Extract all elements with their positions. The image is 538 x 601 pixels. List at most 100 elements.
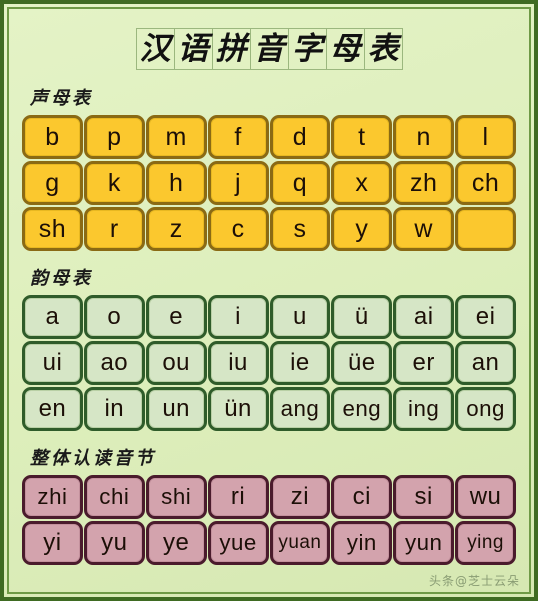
pinyin-cell-o[interactable]: o <box>83 295 145 339</box>
pinyin-label: x <box>355 168 369 197</box>
pinyin-label: ün <box>224 395 252 422</box>
pinyin-cell-ai[interactable]: ai <box>393 295 455 339</box>
pinyin-label: l <box>482 122 489 151</box>
pinyin-cell-zi[interactable]: zi <box>269 475 331 519</box>
pinyin-cell-a[interactable]: a <box>22 295 83 339</box>
pinyin-label: ri <box>230 483 246 510</box>
pinyin-cell-empty[interactable] <box>455 207 516 251</box>
pinyin-cell-yu[interactable]: yu <box>83 521 145 565</box>
pinyin-cell-z[interactable]: z <box>145 207 207 251</box>
pinyin-label: r <box>109 214 119 243</box>
pinyin-cell-i[interactable]: i <box>207 295 269 339</box>
pinyin-cell-zh[interactable]: zh <box>393 161 455 205</box>
pinyin-label: k <box>107 168 121 197</box>
pinyin-cell-p[interactable]: p <box>83 115 145 159</box>
pinyin-label: q <box>292 168 308 197</box>
pinyin-cell-ü[interactable]: ü <box>331 295 393 339</box>
pinyin-cell-an[interactable]: an <box>455 341 516 385</box>
pinyin-cell-sh[interactable]: sh <box>22 207 83 251</box>
pinyin-cell-wu[interactable]: wu <box>455 475 516 519</box>
pinyin-cell-yun[interactable]: yun <box>393 521 455 565</box>
pinyin-cell-ch[interactable]: ch <box>455 161 516 205</box>
pinyin-label: ou <box>162 349 191 376</box>
section-heading-zhengtirendu: 整体认读音节 <box>30 448 156 469</box>
title-char: 字 <box>289 29 327 69</box>
chart-inner: 汉语拼音字母表 声母表 b p m f d t n l g k h j q x zh ch sh r z c s y w 韵母表… <box>12 12 526 589</box>
pinyin-label: o <box>107 303 122 330</box>
pinyin-cell-ei[interactable]: ei <box>455 295 516 339</box>
pinyin-cell-u[interactable]: u <box>269 295 331 339</box>
pinyin-label: chi <box>99 483 130 509</box>
chart-title-wrapper: 汉语拼音字母表 <box>12 28 526 70</box>
pinyin-cell-ong[interactable]: ong <box>455 387 516 431</box>
pinyin-cell-ie[interactable]: ie <box>269 341 331 385</box>
pinyin-cell-chi[interactable]: chi <box>83 475 145 519</box>
pinyin-label: e <box>169 303 184 330</box>
pinyin-label: y <box>355 214 369 243</box>
pinyin-label: s <box>293 214 307 243</box>
pinyin-cell-g[interactable]: g <box>22 161 83 205</box>
pinyin-cell-ying[interactable]: ying <box>455 521 516 565</box>
title-char: 表 <box>365 29 403 69</box>
pinyin-cell-eng[interactable]: eng <box>331 387 393 431</box>
pinyin-cell-f[interactable]: f <box>207 115 269 159</box>
pinyin-cell-m[interactable]: m <box>145 115 207 159</box>
pinyin-cell-ri[interactable]: ri <box>207 475 269 519</box>
pinyin-cell-er[interactable]: er <box>393 341 455 385</box>
pinyin-label: si <box>414 483 433 510</box>
pinyin-cell-ang[interactable]: ang <box>269 387 331 431</box>
pinyin-cell-iu[interactable]: iu <box>207 341 269 385</box>
pinyin-label: ie <box>290 349 310 376</box>
pinyin-label: t <box>358 122 366 151</box>
pinyin-cell-zhi[interactable]: zhi <box>22 475 83 519</box>
pinyin-cell-t[interactable]: t <box>331 115 393 159</box>
pinyin-cell-d[interactable]: d <box>269 115 331 159</box>
sections-host: 声母表 b p m f d t n l g k h j q x zh ch sh r z c s y w 韵母表 a o e i u ü ai… <box>12 84 526 565</box>
pinyin-cell-s[interactable]: s <box>269 207 331 251</box>
pinyin-cell-si[interactable]: si <box>393 475 455 519</box>
pinyin-cell-h[interactable]: h <box>145 161 207 205</box>
pinyin-cell-x[interactable]: x <box>331 161 393 205</box>
pinyin-cell-üe[interactable]: üe <box>331 341 393 385</box>
pinyin-cell-j[interactable]: j <box>207 161 269 205</box>
pinyin-label: wu <box>469 483 502 510</box>
pinyin-cell-y[interactable]: y <box>331 207 393 251</box>
pinyin-label: zi <box>290 483 310 510</box>
pinyin-cell-ün[interactable]: ün <box>207 387 269 431</box>
pinyin-cell-r[interactable]: r <box>83 207 145 251</box>
pinyin-cell-e[interactable]: e <box>145 295 207 339</box>
pinyin-label: ui <box>42 349 63 376</box>
pinyin-cell-ci[interactable]: ci <box>331 475 393 519</box>
pinyin-cell-yin[interactable]: yin <box>331 521 393 565</box>
pinyin-label: ang <box>280 395 320 421</box>
pinyin-cell-yuan[interactable]: yuan <box>269 521 331 565</box>
pinyin-cell-l[interactable]: l <box>455 115 516 159</box>
pinyin-cell-en[interactable]: en <box>22 387 83 431</box>
pinyin-cell-b[interactable]: b <box>22 115 83 159</box>
pinyin-label: p <box>107 122 122 151</box>
pinyin-label: ying <box>467 531 504 553</box>
pinyin-cell-shi[interactable]: shi <box>145 475 207 519</box>
pinyin-label: ai <box>413 303 434 330</box>
pinyin-cell-ou[interactable]: ou <box>145 341 207 385</box>
pinyin-cell-ao[interactable]: ao <box>83 341 145 385</box>
pinyin-cell-in[interactable]: in <box>83 387 145 431</box>
pinyin-cell-q[interactable]: q <box>269 161 331 205</box>
pinyin-cell-ye[interactable]: ye <box>145 521 207 565</box>
pinyin-row: yi yu ye yue yuan yin yun ying <box>12 521 526 565</box>
pinyin-label: ing <box>408 395 440 421</box>
pinyin-cell-yue[interactable]: yue <box>207 521 269 565</box>
pinyin-cell-ui[interactable]: ui <box>22 341 83 385</box>
pinyin-row: a o e i u ü ai ei <box>12 295 526 339</box>
pinyin-cell-n[interactable]: n <box>393 115 455 159</box>
title-char: 语 <box>175 29 213 69</box>
pinyin-cell-w[interactable]: w <box>393 207 455 251</box>
pinyin-label: zh <box>409 168 438 197</box>
pinyin-cell-k[interactable]: k <box>83 161 145 205</box>
pinyin-cell-ing[interactable]: ing <box>393 387 455 431</box>
pinyin-cell-c[interactable]: c <box>207 207 269 251</box>
pinyin-cell-un[interactable]: un <box>145 387 207 431</box>
pinyin-label: un <box>162 395 191 422</box>
pinyin-cell-yi[interactable]: yi <box>22 521 83 565</box>
pinyin-label: yu <box>101 529 128 556</box>
